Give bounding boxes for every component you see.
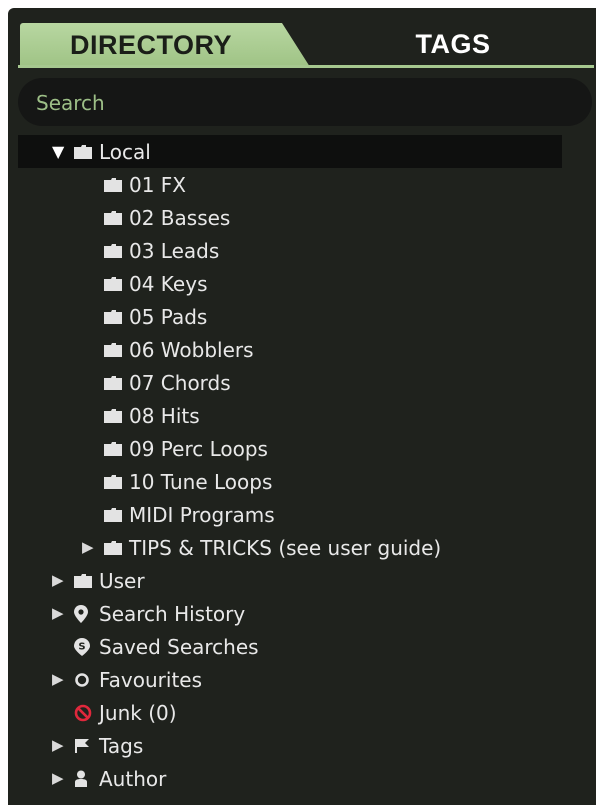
no-entry-icon <box>74 704 95 721</box>
tree-item-folder[interactable]: 09 Perc Loops <box>8 432 596 465</box>
folder-icon <box>104 375 125 391</box>
triangle-right-icon[interactable]: ▶ <box>52 672 64 687</box>
directory-tree: ▼ Local 01 FX 02 Basses 03 Leads 04 Keys… <box>8 135 596 795</box>
tree-item-folder[interactable]: 06 Wobblers <box>8 333 596 366</box>
tree-item-label: Author <box>99 766 167 791</box>
triangle-down-icon[interactable]: ▼ <box>52 143 64 160</box>
triangle-right-icon[interactable]: ▶ <box>82 540 94 555</box>
tree-item-label: User <box>99 568 145 593</box>
tree-item-folder[interactable]: 04 Keys <box>8 267 596 300</box>
tab-tags[interactable]: TAGS <box>328 23 578 65</box>
tree-item-label: Tags <box>99 733 144 758</box>
folder-icon <box>104 177 125 193</box>
tree-item-label: 03 Leads <box>129 238 220 263</box>
tree-item-saved-searches[interactable]: S Saved Searches <box>8 630 596 663</box>
folder-icon <box>104 243 125 259</box>
tree-item-folder[interactable]: 07 Chords <box>8 366 596 399</box>
tree-item-tags[interactable]: ▶ Tags <box>8 729 596 762</box>
triangle-right-icon[interactable]: ▶ <box>52 771 64 786</box>
flag-icon <box>74 738 95 754</box>
tree-item-favourites[interactable]: ▶ Favourites <box>8 663 596 696</box>
folder-icon <box>104 507 125 523</box>
triangle-right-icon[interactable]: ▶ <box>52 606 64 621</box>
folder-icon <box>104 342 125 358</box>
tree-item-folder[interactable]: 10 Tune Loops <box>8 465 596 498</box>
circle-icon <box>74 672 95 688</box>
folder-icon <box>104 540 125 556</box>
person-icon <box>74 770 95 787</box>
svg-text:S: S <box>78 641 85 652</box>
tab-directory[interactable]: DIRECTORY <box>20 23 310 67</box>
tree-item-label: 05 Pads <box>129 304 208 329</box>
tab-bar: DIRECTORY TAGS <box>8 8 596 68</box>
tree-item-label: 04 Keys <box>129 271 208 296</box>
tree-item-label: 02 Basses <box>129 205 231 230</box>
tree-item-label: 01 FX <box>129 172 187 197</box>
tree-item-local[interactable]: ▼ Local <box>18 135 562 168</box>
tree-item-label: 07 Chords <box>129 370 231 395</box>
tree-item-folder[interactable]: 01 FX <box>8 168 596 201</box>
folder-icon <box>104 210 125 226</box>
tree-item-label: 10 Tune Loops <box>129 469 273 494</box>
tree-item-author[interactable]: ▶ Author <box>8 762 596 795</box>
tree-item-label: 09 Perc Loops <box>129 436 268 461</box>
folder-icon <box>74 573 95 589</box>
tree-item-folder[interactable]: 05 Pads <box>8 300 596 333</box>
tree-item-label: MIDI Programs <box>129 502 275 527</box>
tree-item-label: Junk (0) <box>99 700 177 725</box>
folder-icon <box>104 309 125 325</box>
tab-directory-label: DIRECTORY <box>69 29 233 60</box>
tree-item-folder[interactable]: MIDI Programs <box>8 498 596 531</box>
tree-item-folder[interactable]: 03 Leads <box>8 234 596 267</box>
tree-item-folder[interactable]: 02 Basses <box>8 201 596 234</box>
tree-item-tips[interactable]: ▶ TIPS & TRICKS (see user guide) <box>8 531 596 564</box>
tree-item-label: TIPS & TRICKS (see user guide) <box>129 535 442 560</box>
tree-item-label: 06 Wobblers <box>129 337 254 362</box>
tree-item-folder[interactable]: 08 Hits <box>8 399 596 432</box>
search-box <box>18 78 592 128</box>
tree-item-label: Search History <box>99 601 246 626</box>
tree-item-label: Favourites <box>99 667 203 692</box>
tree-item-user[interactable]: ▶ User <box>8 564 596 597</box>
tree-item-label: Local <box>99 139 151 164</box>
tree-item-label: 08 Hits <box>129 403 200 428</box>
location-pin-icon <box>74 604 95 623</box>
saved-search-icon: S <box>74 637 95 656</box>
folder-icon <box>74 144 95 160</box>
folder-icon <box>104 441 125 457</box>
browser-panel: DIRECTORY TAGS ▼ Local 01 FX 02 Basses 0… <box>8 8 596 805</box>
tab-underline <box>18 65 594 68</box>
tree-item-junk[interactable]: Junk (0) <box>8 696 596 729</box>
folder-icon <box>104 276 125 292</box>
triangle-right-icon[interactable]: ▶ <box>52 738 64 753</box>
tree-item-label: Saved Searches <box>99 634 259 659</box>
tree-item-search-history[interactable]: ▶ Search History <box>8 597 596 630</box>
folder-icon <box>104 408 125 424</box>
triangle-right-icon[interactable]: ▶ <box>52 573 64 588</box>
folder-icon <box>104 474 125 490</box>
search-input[interactable] <box>34 78 578 128</box>
